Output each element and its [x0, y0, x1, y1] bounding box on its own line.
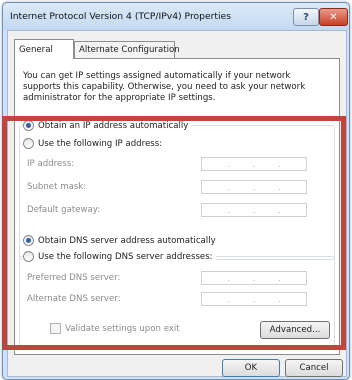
subnet-mask-label: Subnet mask:	[27, 182, 87, 192]
general-tab-panel: You can get IP settings assigned automat…	[14, 58, 340, 355]
ip-address-label: IP address:	[27, 159, 75, 169]
preferred-dns-field[interactable]: ...	[201, 271, 307, 285]
tab-general[interactable]: General	[14, 39, 74, 59]
dialog-body: Alternate Configuration General You can …	[7, 30, 347, 377]
radio-unselected-icon	[23, 251, 34, 262]
tab-alternate-configuration[interactable]: Alternate Configuration	[74, 41, 180, 58]
advanced-button[interactable]: Advanced...	[260, 321, 330, 339]
close-icon: ✕	[329, 11, 338, 23]
help-button[interactable]: ?	[293, 8, 319, 26]
use-ip-manual-label: Use the following IP address:	[38, 138, 163, 149]
radio-selected-icon	[23, 120, 34, 131]
preferred-dns-label: Preferred DNS server:	[27, 273, 121, 283]
radio-unselected-icon	[23, 138, 34, 149]
alternate-dns-field[interactable]: ...	[201, 292, 307, 306]
obtain-dns-auto-label: Obtain DNS server address automatically	[38, 235, 216, 246]
use-dns-manual-label: Use the following DNS server addresses:	[38, 251, 213, 262]
properties-dialog: Internet Protocol Version 4 (TCP/IPv4) P…	[2, 2, 350, 380]
validate-settings-label: Validate settings upon exit	[65, 323, 180, 334]
obtain-dns-auto-radio[interactable]: Obtain DNS server address automatically	[23, 235, 219, 246]
ip-address-field[interactable]: ...	[201, 157, 307, 171]
alternate-dns-label: Alternate DNS server:	[27, 294, 121, 304]
help-icon: ?	[303, 11, 309, 23]
subnet-mask-field[interactable]: ...	[201, 180, 307, 194]
checkbox-box	[50, 323, 61, 334]
obtain-ip-auto-label: Obtain an IP address automatically	[38, 120, 189, 131]
close-button[interactable]: ✕	[319, 8, 348, 26]
radio-selected-icon	[23, 235, 34, 246]
validate-settings-checkbox[interactable]: Validate settings upon exit	[50, 323, 180, 334]
use-dns-manual-radio[interactable]: Use the following DNS server addresses:	[23, 251, 216, 262]
ok-button[interactable]: OK	[222, 359, 280, 377]
obtain-ip-auto-radio[interactable]: Obtain an IP address automatically	[23, 120, 192, 131]
description-text: You can get IP settings assigned automat…	[23, 71, 306, 103]
window-title: Internet Protocol Version 4 (TCP/IPv4) P…	[10, 11, 231, 22]
default-gateway-field[interactable]: ...	[201, 203, 307, 217]
cancel-button[interactable]: Cancel	[285, 359, 343, 377]
use-ip-manual-radio[interactable]: Use the following IP address:	[23, 138, 166, 149]
title-bar[interactable]: Internet Protocol Version 4 (TCP/IPv4) P…	[3, 3, 349, 30]
default-gateway-label: Default gateway:	[27, 205, 101, 215]
